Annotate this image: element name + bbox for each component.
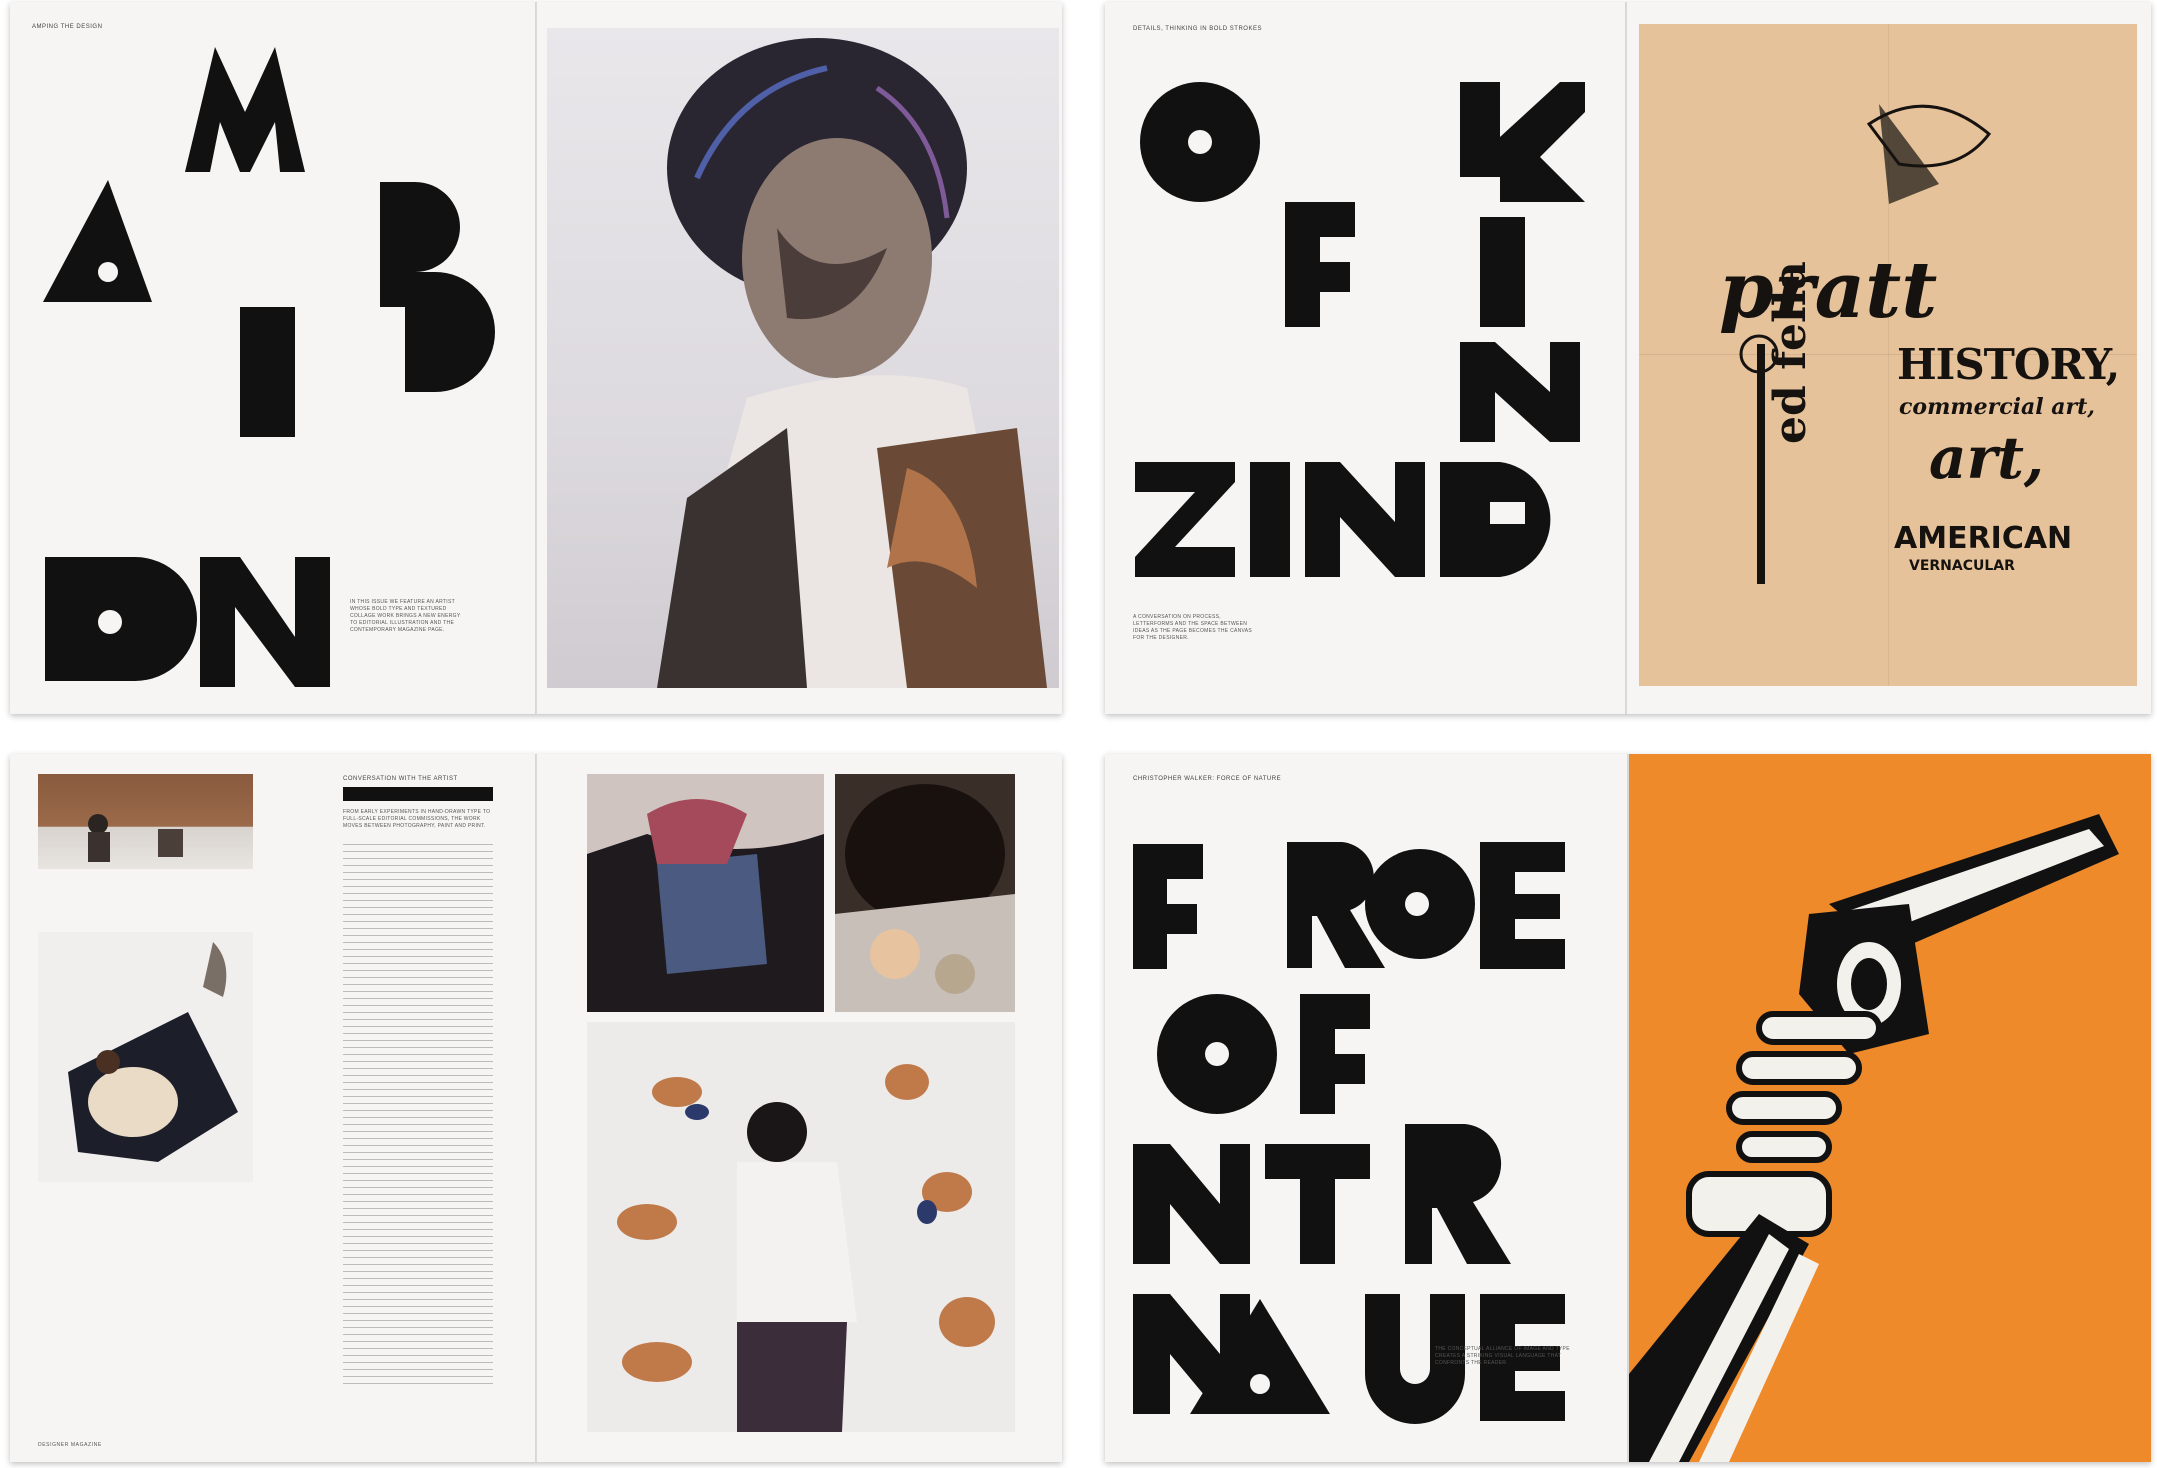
intro-text: A CONVERSATION ON PROCESS, LETTERFORMS A… (1133, 614, 1253, 641)
letter-f (1133, 844, 1203, 969)
letter-i-2 (1250, 462, 1290, 577)
right-page (537, 754, 1062, 1462)
right-page: pratt HISTORY, commercial art, art, AMER… (1627, 2, 2151, 714)
portrait-collage (547, 28, 1059, 688)
letter-e (1480, 842, 1565, 969)
poster: pratt HISTORY, commercial art, art, AMER… (1639, 24, 2137, 686)
skeleton-gun-illustration (1629, 814, 2119, 1462)
collage-photo-3 (587, 1022, 1015, 1432)
letter-d (405, 272, 495, 392)
letter-n (1133, 1144, 1250, 1264)
right-page (1629, 754, 2151, 1462)
street-photo (38, 774, 253, 869)
letter-f-2 (1300, 994, 1370, 1114)
letter-r-2 (1405, 1124, 1511, 1264)
poster-illustration (1739, 104, 1992, 584)
right-page (537, 2, 1062, 714)
left-page: DETAILS, THINKING IN BOLD STROKES A CONV… (1105, 2, 1625, 714)
interview-body: FROM EARLY EXPERIMENTS IN HAND-DRAWN TYP… (343, 809, 491, 829)
letter-z (1135, 462, 1235, 577)
big-letters (1135, 82, 1585, 577)
interview-kicker: CONVERSATION WITH THE ARTIST (343, 776, 458, 782)
letter-k (1460, 82, 1585, 202)
letter-m (185, 47, 305, 172)
spread-amp: AMPING THE DESIGN IN THIS ISSUE WE FEATU… (10, 2, 1062, 714)
text-column (343, 844, 493, 1384)
spread-force: CHRISTOPHER WALKER: FORCE OF NATURE THE … (1105, 754, 2151, 1462)
intro-text: THE CONCEPTUAL ALLIANCE OF IMAGE AND TYP… (1435, 1346, 1570, 1366)
letter-n (200, 557, 330, 687)
folio: DESIGNER MAGAZINE (38, 1442, 102, 1448)
headline-bar (343, 787, 493, 801)
dancer-collage (38, 932, 253, 1182)
left-page: CONVERSATION WITH THE ARTIST FROM EARLY … (10, 754, 535, 1462)
letter-f (1285, 202, 1355, 327)
left-page: AMPING THE DESIGN IN THIS ISSUE WE FEATU… (10, 2, 535, 714)
letter-t (1265, 1144, 1370, 1264)
left-page: CHRISTOPHER WALKER: FORCE OF NATURE THE … (1105, 754, 1627, 1462)
letter-i (240, 307, 295, 437)
letter-n (1460, 342, 1580, 442)
collage-photo-2 (835, 774, 1015, 1012)
spread-interview: CONVERSATION WITH THE ARTIST FROM EARLY … (10, 754, 1062, 1462)
portrait-shapes (657, 38, 1047, 688)
intro-text: IN THIS ISSUE WE FEATURE AN ARTIST WHOSE… (350, 599, 461, 633)
letter-n-2 (1305, 462, 1425, 577)
spread-thinking: DETAILS, THINKING IN BOLD STROKES A CONV… (1105, 2, 2151, 714)
letter-i (1480, 217, 1525, 327)
collage-photo-1 (587, 774, 824, 1012)
letter-a (43, 180, 152, 302)
